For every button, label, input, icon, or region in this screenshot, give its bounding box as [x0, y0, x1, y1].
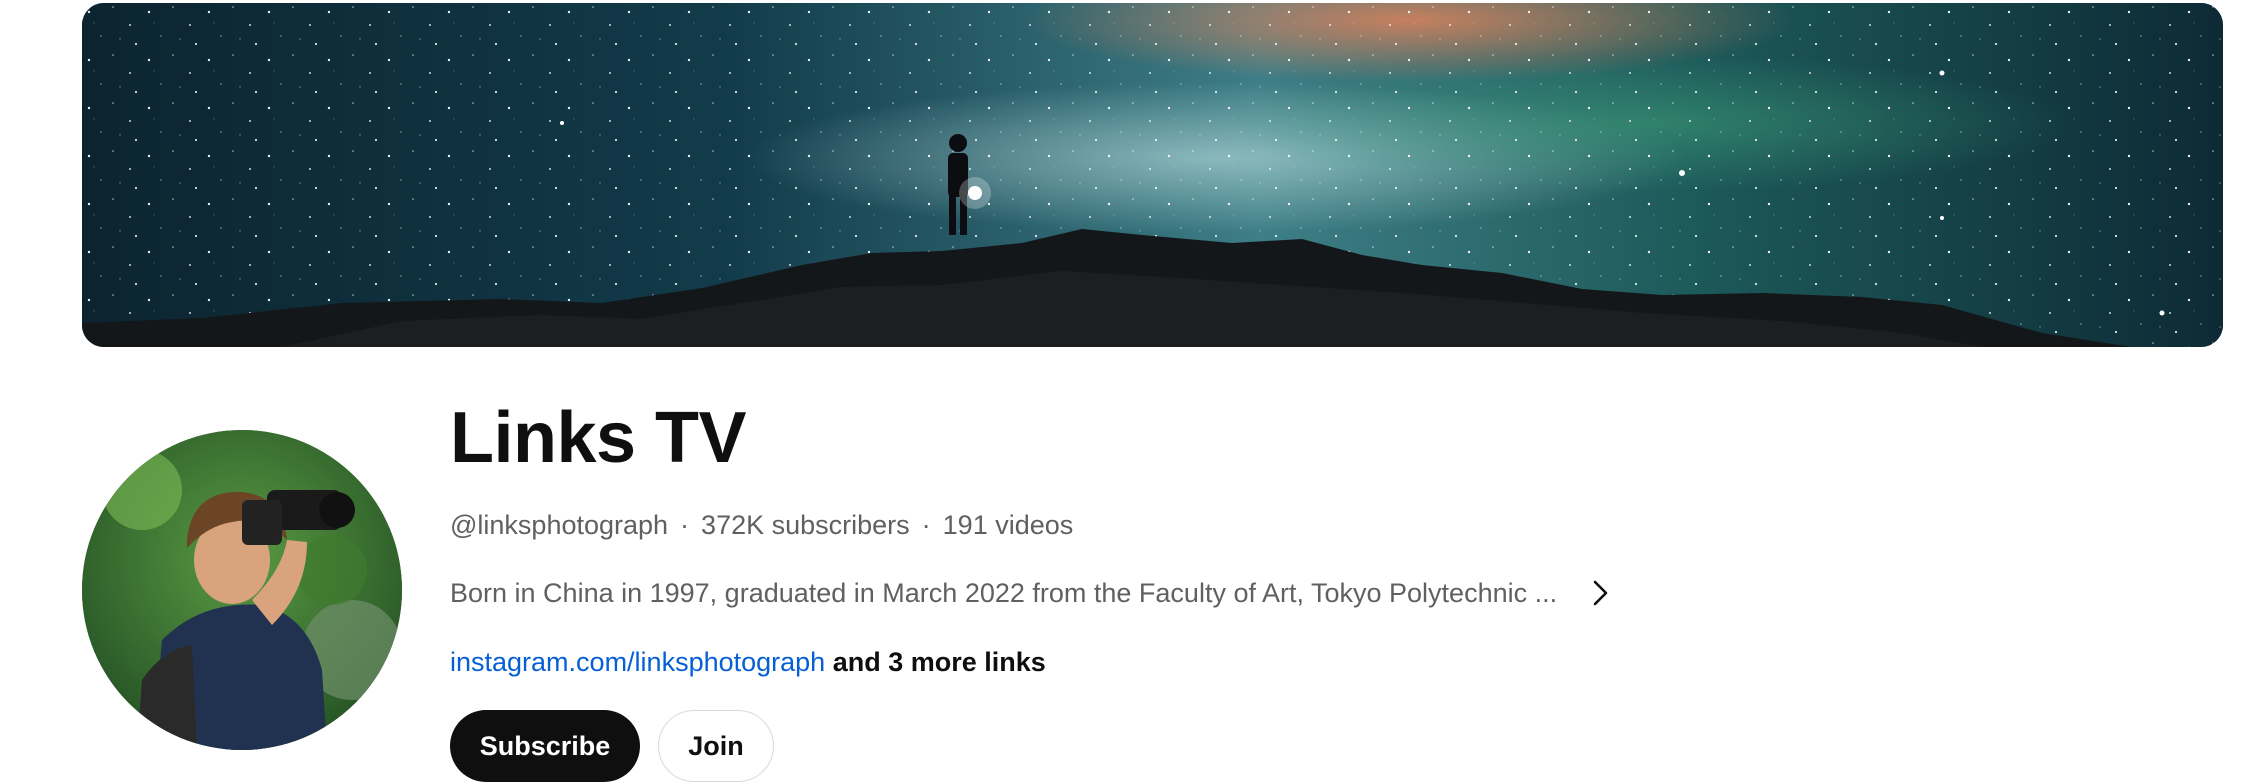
action-buttons: Subscribe Join [450, 710, 2150, 782]
avatar-image [82, 430, 402, 750]
channel-avatar[interactable] [82, 430, 402, 750]
channel-info: Links TV @linksphotograph · 372K subscri… [450, 380, 2150, 782]
more-links-button[interactable]: and 3 more links [833, 647, 1046, 677]
channel-handle: @linksphotograph [450, 510, 669, 540]
subscribe-button[interactable]: Subscribe [450, 710, 640, 782]
chevron-right-glyph [1593, 580, 1608, 606]
description-row[interactable]: Born in China in 1997, graduated in Marc… [450, 573, 2150, 613]
subscriber-count: 372K subscribers [701, 510, 910, 540]
meta-separator: · [921, 510, 931, 540]
channel-banner [82, 3, 2223, 347]
channel-description[interactable]: Born in China in 1997, graduated in Marc… [450, 578, 1557, 609]
join-button[interactable]: Join [658, 710, 774, 782]
channel-meta: @linksphotograph · 372K subscribers · 19… [450, 510, 2150, 541]
banner-image [82, 3, 2223, 347]
channel-links: instagram.com/linksphotograph and 3 more… [450, 647, 2150, 678]
chevron-right-icon[interactable] [1581, 573, 1621, 613]
channel-name: Links TV [450, 398, 747, 478]
instagram-link[interactable]: instagram.com/linksphotograph [450, 647, 825, 677]
video-count: 191 videos [942, 510, 1074, 540]
meta-separator: · [680, 510, 690, 540]
